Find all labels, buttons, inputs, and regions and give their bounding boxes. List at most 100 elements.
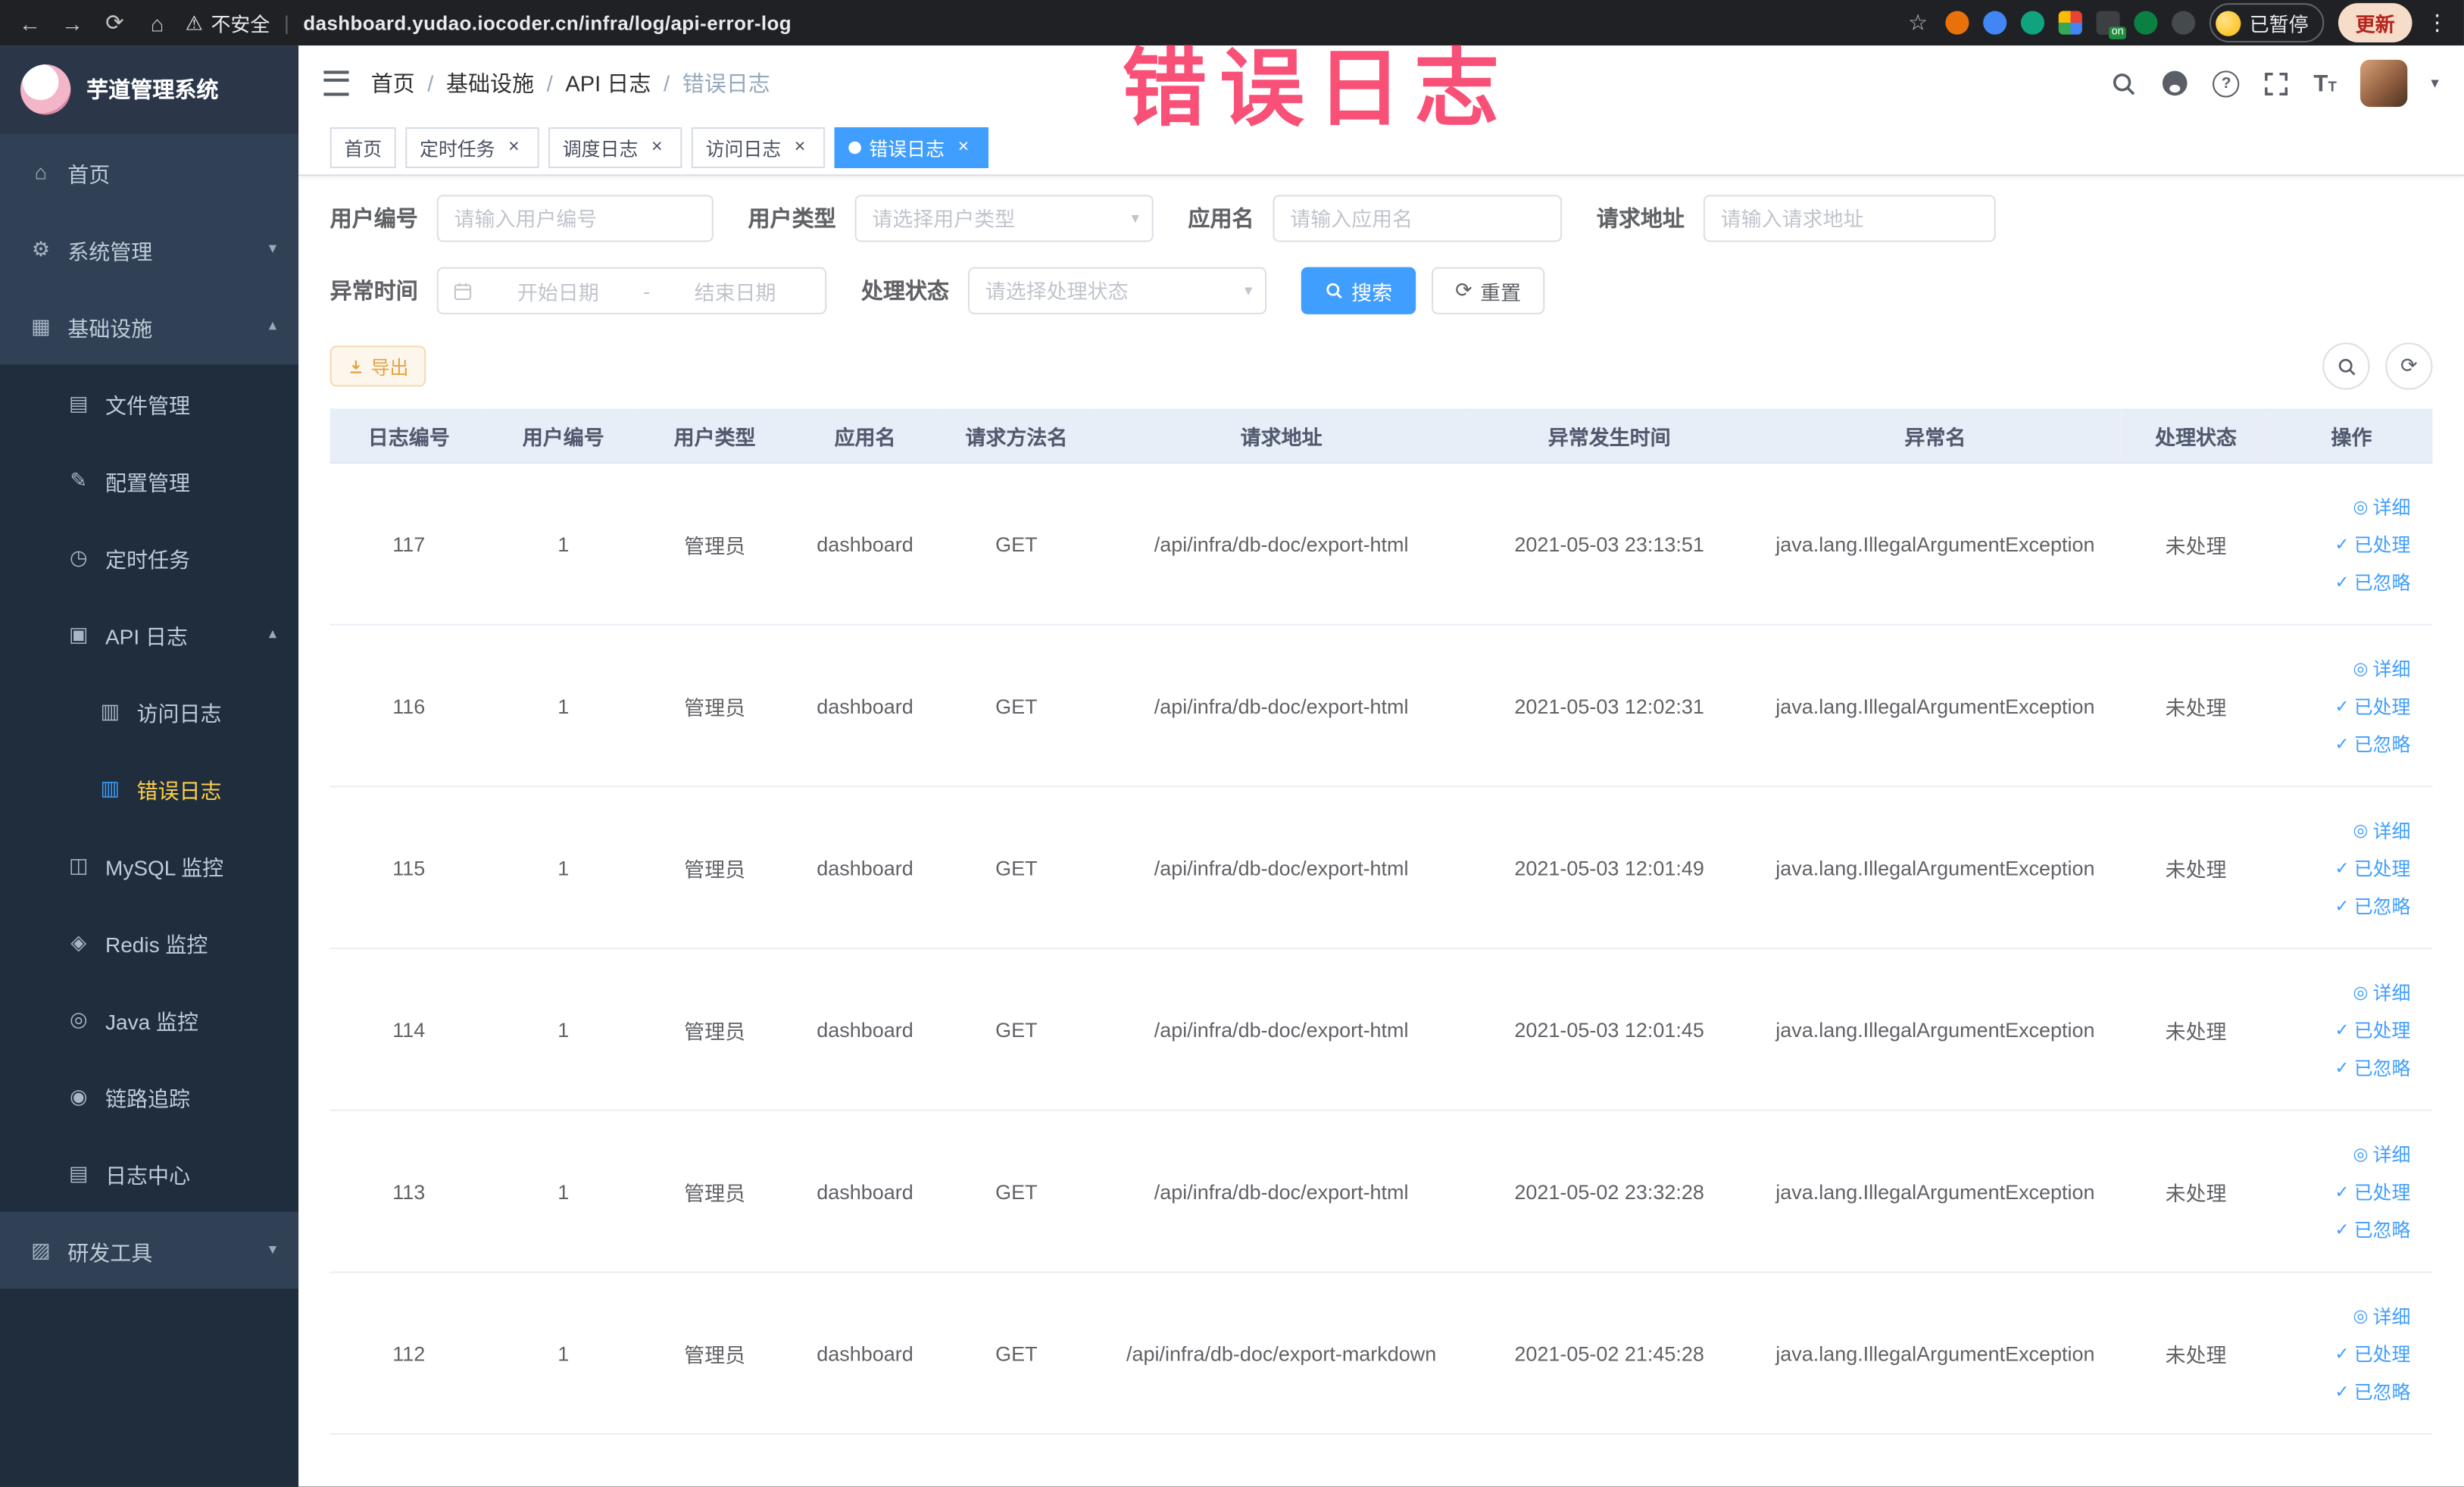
cell-exception: java.lang.IllegalArgumentException [1749,462,2122,626]
browser-profile-chip[interactable]: 已暂停 [2209,3,2325,43]
row-action-detail[interactable]: ◎ 详细 [2353,978,2410,1004]
export-button[interactable]: 导出 [329,345,426,387]
end-date-placeholder[interactable]: 结束日期 [660,276,811,305]
extension-icon[interactable]: on [2097,11,2127,39]
refresh-table-button[interactable]: ⟳ [2385,342,2433,390]
row-action-processed[interactable]: ✓ 已处理 [2334,1340,2410,1367]
sidebar-item-config-mgmt[interactable]: ✎ 配置管理 [0,441,299,519]
close-icon[interactable]: × [646,136,668,158]
sidebar-item-mysql-monitor[interactable]: ◫ MySQL 监控 [0,826,299,904]
row-action-ignore[interactable]: ✓ 已忽略 [2334,1216,2410,1242]
extension-icon[interactable] [2059,11,2083,35]
app-logo[interactable]: 芋道管理系统 [0,45,299,134]
row-action-detail[interactable]: ◎ 详细 [2353,817,2410,843]
toggle-search-button[interactable] [2322,342,2370,390]
sidebar-item-redis-monitor[interactable]: ◈ Redis 监控 [0,903,299,981]
sidebar-item-dev-tools[interactable]: ▨ 研发工具 ▾ [0,1211,299,1289]
tab-home[interactable]: 首页 [329,127,396,168]
row-action-ignore[interactable]: ✓ 已忽略 [2334,892,2410,918]
user-type-select[interactable] [854,195,1154,242]
tab-access-log[interactable]: 访问日志 × [691,127,826,168]
request-url-input[interactable] [1703,195,1996,242]
row-action-detail[interactable]: ◎ 详细 [2353,492,2410,519]
reset-button[interactable]: ⟳ 重置 [1431,267,1545,314]
col-exception: 异常名 [1749,408,2122,464]
address-bar[interactable]: dashboard.yudao.iocoder.cn/infra/log/api… [303,12,792,34]
row-action-processed[interactable]: ✓ 已处理 [2334,854,2410,881]
breadcrumb-item[interactable]: 基础设施 [446,67,534,98]
reload-icon[interactable]: ⟳ [101,9,129,36]
sidebar-item-tracing[interactable]: ◉ 链路追踪 [0,1057,299,1135]
security-indicator[interactable]: ⚠ 不安全 [186,8,270,37]
sidebar-item-cron-job[interactable]: ◷ 定时任务 [0,518,299,596]
browser-menu-icon[interactable]: ⋮ [2426,9,2448,36]
breadcrumb-separator: / [427,70,434,96]
tab-error-log[interactable]: 错误日志 × [834,127,989,168]
caret-down-icon[interactable]: ▾ [2431,75,2438,92]
font-size-icon[interactable]: TT [2313,70,2336,96]
row-action-processed[interactable]: ✓ 已处理 [2334,1178,2410,1204]
close-icon[interactable]: × [789,136,811,158]
row-action-ignore[interactable]: ✓ 已忽略 [2334,730,2410,757]
search-icon[interactable] [2111,70,2138,96]
breadcrumb-item[interactable]: API 日志 [565,67,651,98]
row-action-processed[interactable]: ✓ 已处理 [2334,1016,2410,1042]
col-method: 请求方法名 [939,408,1094,464]
github-icon[interactable] [2161,69,2189,97]
sidebar-item-access-log[interactable]: ▥ 访问日志 [0,672,299,750]
breadcrumb-item[interactable]: 首页 [371,67,415,98]
row-action-ignore[interactable]: ✓ 已忽略 [2334,1054,2410,1080]
sidebar-item-error-log[interactable]: ▥ 错误日志 [0,749,299,827]
sidebar-item-dashboard[interactable]: ⌂ 首页 [0,133,299,211]
row-action-detail[interactable]: ◎ 详细 [2353,1140,2410,1167]
row-action-processed[interactable]: ✓ 已处理 [2334,530,2410,557]
java-icon: ◎ [69,1006,88,1030]
extension-icon[interactable] [1984,11,2008,35]
back-icon[interactable]: ← [16,10,44,35]
user-avatar[interactable] [2359,59,2408,108]
extension-icon[interactable] [2021,11,2046,35]
start-date-placeholder[interactable]: 开始日期 [482,276,634,305]
sidebar-item-api-log[interactable]: ▣ API 日志 ▴ [0,595,299,673]
fullscreen-icon[interactable] [2263,70,2290,96]
tab-schedule-log[interactable]: 调度日志 × [548,127,682,168]
row-action-label: 已处理 [2353,857,2411,879]
user-id-input[interactable] [436,195,714,242]
logo-image [20,64,71,115]
home-icon[interactable]: ⌂ [143,10,171,35]
help-icon[interactable]: ? [2213,70,2240,97]
forward-icon[interactable]: → [58,10,86,35]
cell-actions: ◎ 详细 ✓ 已处理 ✓ 已忽略 [2270,624,2433,788]
cell-user_id: 1 [487,624,639,788]
sidebar-item-log-center[interactable]: ▤ 日志中心 [0,1134,299,1212]
row-action-detail[interactable]: ◎ 详细 [2353,1302,2410,1329]
search-icon [2338,358,2355,375]
browser-update-chip[interactable]: 更新 [2338,3,2412,43]
sidebar-collapse-icon[interactable] [323,70,349,96]
close-icon[interactable]: × [952,136,974,158]
cell-app_name: dashboard [790,948,940,1111]
row-action-detail[interactable]: ◎ 详细 [2353,654,2410,681]
cell-actions: ◎ 详细 ✓ 已处理 ✓ 已忽略 [2270,1272,2433,1435]
sidebar-item-file-mgmt[interactable]: ▤ 文件管理 [0,364,299,442]
extension-icon[interactable] [1946,11,1970,35]
row-action-label: 已处理 [2353,1019,2411,1042]
search-button[interactable]: 搜索 [1301,267,1416,314]
row-action-ignore[interactable]: ✓ 已忽略 [2334,568,2410,595]
extension-icon[interactable] [2135,11,2159,35]
extension-icon[interactable] [2172,11,2197,35]
row-action-processed[interactable]: ✓ 已处理 [2334,692,2410,719]
app-name-input[interactable] [1273,195,1563,242]
date-range-picker[interactable]: 开始日期 - 结束日期 [436,267,827,314]
sidebar-item-java-monitor[interactable]: ◎ Java 监控 [0,980,299,1058]
cell-url: /api/infra/db-doc/export-html [1093,624,1470,788]
sidebar-item-system-mgmt[interactable]: ⚙ 系统管理 ▾ [0,210,299,288]
sidebar-item-infrastructure[interactable]: ▦ 基础设施 ▴ [0,287,299,365]
row-action-ignore[interactable]: ✓ 已忽略 [2334,1377,2410,1404]
file-icon: ▤ [68,390,89,414]
bookmark-star-icon[interactable]: ☆ [1903,9,1932,36]
close-icon[interactable]: × [503,136,525,158]
tab-cron-job[interactable]: 定时任务 × [405,127,539,168]
process-status-select[interactable] [967,267,1267,314]
chevron-down-icon: ▾ [268,240,277,258]
